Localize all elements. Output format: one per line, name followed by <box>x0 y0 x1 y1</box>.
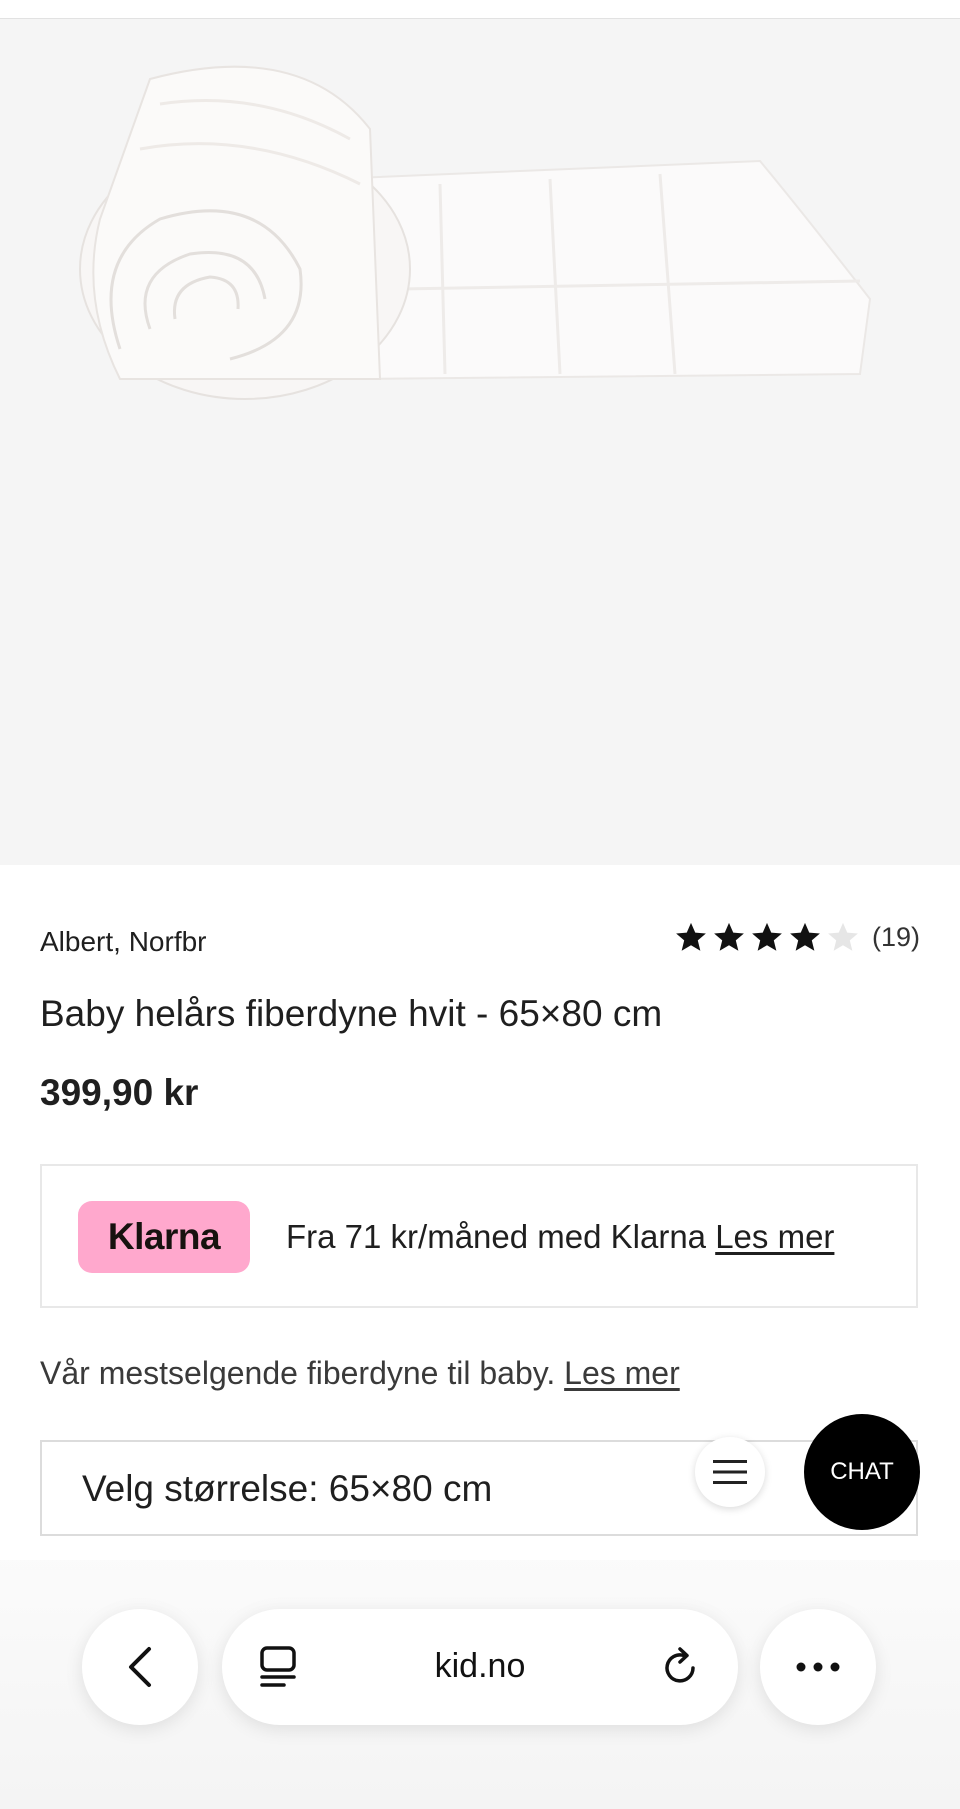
star-filled-icon <box>752 922 782 951</box>
reload-icon[interactable] <box>660 1647 702 1689</box>
klarna-logo: Klarna <box>78 1201 250 1273</box>
back-button[interactable] <box>82 1609 198 1725</box>
product-rating[interactable]: (19) <box>674 920 920 954</box>
top-divider <box>0 0 960 19</box>
back-icon <box>129 1647 151 1687</box>
product-title: Baby helårs fiberdyne hvit - 65×80 cm <box>40 993 663 1034</box>
product-brand[interactable]: Albert, Norfbr <box>40 926 207 958</box>
menu-button[interactable] <box>695 1437 765 1507</box>
star-filled-icon <box>790 922 820 951</box>
product-price: 399,90 kr <box>40 1072 199 1113</box>
star-filled-icon <box>714 922 744 951</box>
size-select[interactable]: Velg størrelse: 65×80 cm <box>40 1440 918 1536</box>
klarna-read-more-link[interactable]: Les mer <box>715 1218 834 1255</box>
size-select-label: Velg størrelse: 65×80 cm <box>82 1468 493 1509</box>
more-button[interactable] <box>760 1609 876 1725</box>
product-image[interactable] <box>0 19 960 865</box>
klarna-text: Fra 71 kr/måned med Klarna Les mer <box>286 1218 834 1256</box>
klarna-banner: Klarna Fra 71 kr/måned med Klarna Les me… <box>40 1164 918 1308</box>
chat-label: CHAT <box>830 1458 894 1485</box>
chat-button[interactable]: CHAT <box>804 1414 920 1530</box>
star-filled-icon <box>676 922 706 951</box>
more-icon <box>796 1662 840 1672</box>
rating-count: (19) <box>871 921 920 952</box>
product-description: Vår mestselgende fiberdyne til baby. Les… <box>40 1355 680 1392</box>
star-empty-icon <box>828 922 858 951</box>
hamburger-icon <box>713 1460 747 1484</box>
description-text: Vår mestselgende fiberdyne til baby. <box>40 1355 556 1391</box>
description-read-more-link[interactable]: Les mer <box>564 1355 680 1391</box>
address-bar[interactable]: kid.no <box>222 1609 738 1725</box>
klarna-message: Fra 71 kr/måned med Klarna <box>286 1218 707 1255</box>
